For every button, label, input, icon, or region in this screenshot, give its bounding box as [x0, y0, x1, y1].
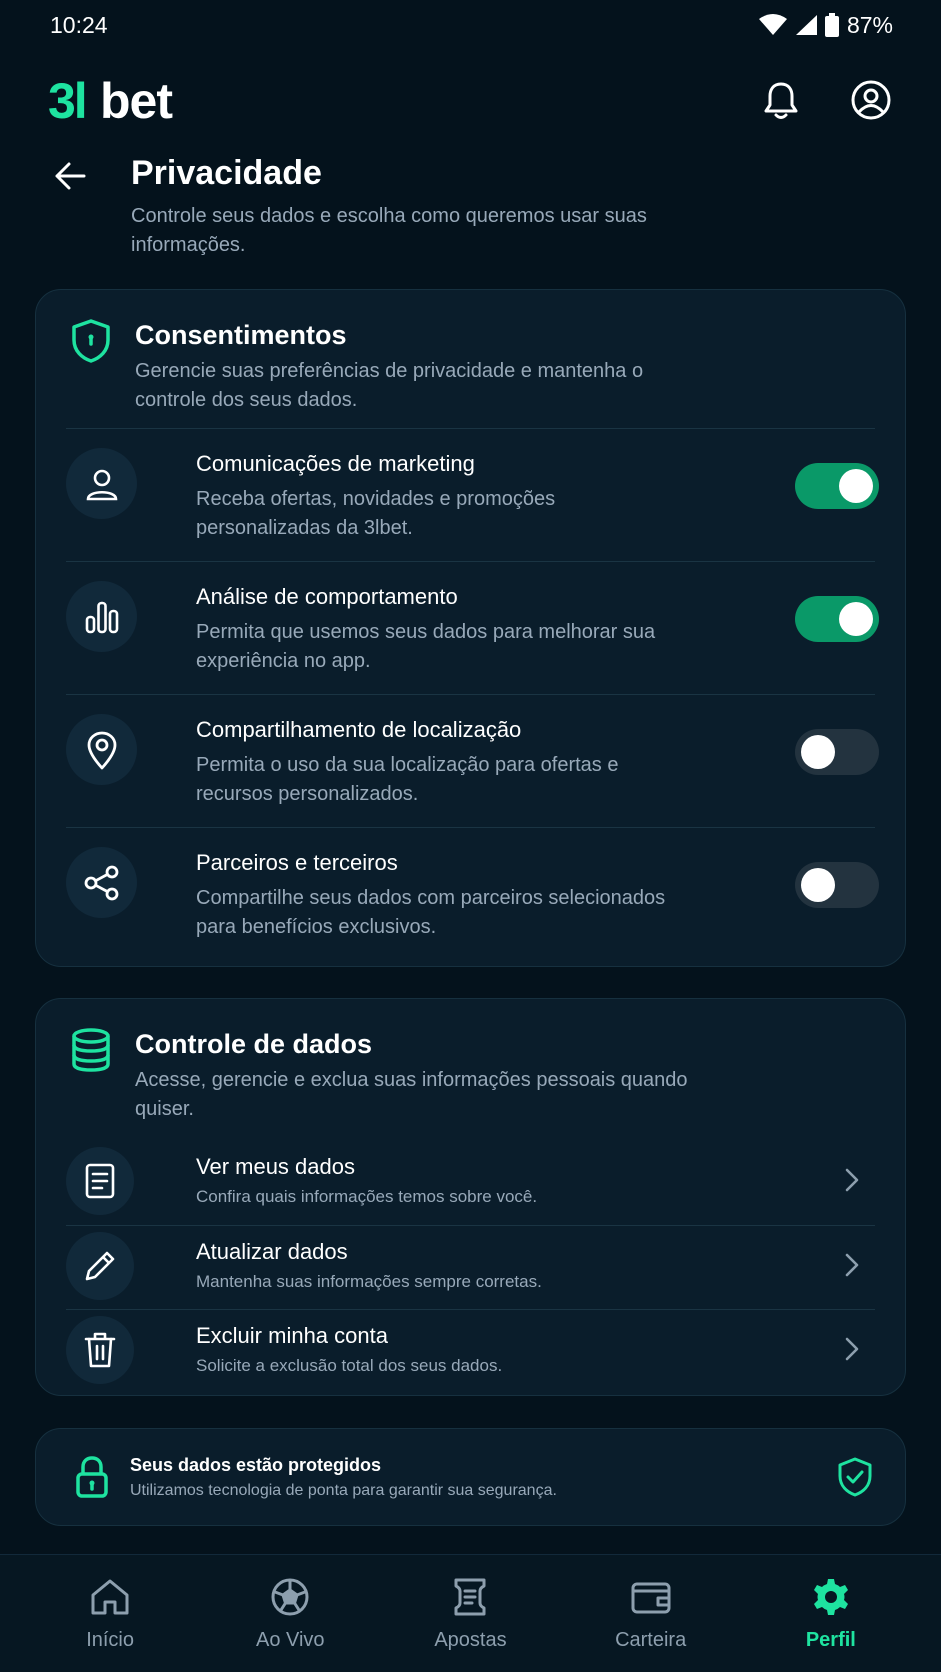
consent-item-description: Compartilhe seus dados com parceiros sel… — [196, 887, 666, 938]
behavior-analysis-toggle[interactable] — [795, 596, 879, 642]
security-notice-description: Utilizamos tecnologia de ponta para gara… — [130, 1481, 557, 1499]
status-time: 10:24 — [50, 11, 108, 38]
data-item-description: Mantenha suas informações sempre correta… — [196, 1272, 542, 1291]
wallet-icon — [629, 1575, 673, 1619]
consent-item-description: Receba ofertas, novidades e promoções pe… — [196, 488, 556, 539]
data-control-description: Acesse, gerencie e exclua suas informaçõ… — [135, 1069, 688, 1120]
soccer-ball-icon — [268, 1575, 312, 1619]
page-subtitle: Controle seus dados e escolha como quere… — [131, 205, 647, 256]
signal-icon — [795, 15, 817, 35]
data-item-description: Confira quais informações temos sobre vo… — [196, 1187, 538, 1206]
data-item-title: Atualizar dados — [196, 1239, 348, 1264]
notifications-button[interactable] — [759, 78, 803, 122]
home-icon — [88, 1575, 132, 1619]
delete-account-row[interactable]: Excluir minha conta Solicite a exclusão … — [66, 1309, 875, 1393]
ticket-icon — [448, 1575, 492, 1619]
data-item-description: Solicite a exclusão total dos seus dados… — [196, 1356, 503, 1375]
bell-icon — [764, 82, 798, 119]
wifi-icon — [758, 14, 787, 35]
data-item-title: Excluir minha conta — [196, 1323, 388, 1348]
battery-icon — [824, 13, 839, 37]
svg-text:3l: 3l — [48, 76, 86, 124]
profile-button[interactable] — [849, 78, 893, 122]
data-control-title: Controle de dados — [135, 1029, 373, 1059]
brand-logo[interactable]: 3l bet — [48, 70, 203, 130]
pencil-icon — [66, 1232, 134, 1300]
nav-item-live[interactable]: Ao Vivo — [205, 1555, 375, 1672]
battery-percent: 87% — [846, 11, 893, 38]
app-header: 3l bet — [0, 60, 941, 140]
shield-check-icon — [835, 1455, 875, 1499]
page-title: Privacidade — [131, 154, 322, 192]
partners-toggle[interactable] — [795, 862, 879, 908]
status-bar: 10:24 87% — [0, 0, 941, 50]
marketing-toggle[interactable] — [795, 463, 879, 509]
back-button[interactable] — [48, 154, 92, 198]
chevron-right-icon — [837, 1334, 867, 1364]
database-icon — [68, 1027, 114, 1073]
update-data-row[interactable]: Atualizar dados Mantenha suas informaçõe… — [66, 1225, 875, 1309]
consent-item-description: Permita o uso da sua localização para of… — [196, 754, 619, 805]
location-pin-icon — [66, 714, 137, 785]
nav-item-profile[interactable]: Perfil — [746, 1555, 916, 1672]
data-item-title: Ver meus dados — [196, 1154, 355, 1179]
nav-item-home[interactable]: Início — [25, 1555, 195, 1672]
view-data-row[interactable]: Ver meus dados Confira quais informações… — [66, 1141, 875, 1225]
chevron-right-icon — [837, 1165, 867, 1195]
consent-title: Consentimentos — [135, 320, 347, 350]
consent-card: Consentimentos Gerencie suas preferência… — [35, 289, 906, 967]
data-control-card: Controle de dados Acesse, gerencie e exc… — [35, 998, 906, 1396]
security-notice-card: Seus dados estão protegidos Utilizamos t… — [35, 1428, 906, 1526]
nav-label: Ao Vivo — [255, 1629, 325, 1651]
consent-item-title: Parceiros e terceiros — [196, 850, 398, 875]
consent-item-title: Análise de comportamento — [196, 584, 458, 609]
nav-item-wallet[interactable]: Carteira — [566, 1555, 736, 1672]
arrow-left-icon — [55, 162, 86, 190]
lock-icon — [70, 1452, 114, 1502]
user-icon — [66, 448, 137, 519]
consent-row-behavior: Análise de comportamento Permita que use… — [66, 561, 879, 694]
nav-label: Início — [86, 1629, 134, 1651]
gear-icon — [809, 1575, 853, 1619]
bottom-navigation: Início Ao Vivo Apostas Carteira Perfil — [0, 1554, 941, 1672]
document-icon — [66, 1147, 134, 1215]
security-notice-title: Seus dados estão protegidos — [130, 1454, 382, 1475]
share-icon — [66, 847, 137, 918]
bar-chart-icon — [66, 581, 137, 652]
nav-label: Carteira — [615, 1629, 687, 1651]
consent-row-location: Compartilhamento de localização Permita … — [66, 694, 879, 827]
user-circle-icon — [851, 80, 891, 120]
chevron-right-icon — [837, 1250, 867, 1280]
location-sharing-toggle[interactable] — [795, 729, 879, 775]
consent-item-title: Comunicações de marketing — [196, 451, 475, 476]
consent-row-partners: Parceiros e terceiros Compartilhe seus d… — [66, 827, 879, 960]
consent-item-title: Compartilhamento de localização — [196, 717, 522, 742]
svg-text:bet: bet — [100, 76, 173, 124]
status-indicators: 87% — [758, 11, 893, 39]
nav-label: Perfil — [805, 1629, 856, 1651]
nav-item-bets[interactable]: Apostas — [385, 1555, 555, 1672]
consent-item-description: Permita que usemos seus dados para melho… — [196, 621, 656, 672]
consent-description: Gerencie suas preferências de privacidad… — [135, 360, 644, 411]
shield-icon — [68, 318, 114, 364]
trash-icon — [66, 1316, 134, 1384]
nav-label: Apostas — [434, 1629, 507, 1651]
consent-row-marketing: Comunicações de marketing Receba ofertas… — [66, 428, 879, 561]
